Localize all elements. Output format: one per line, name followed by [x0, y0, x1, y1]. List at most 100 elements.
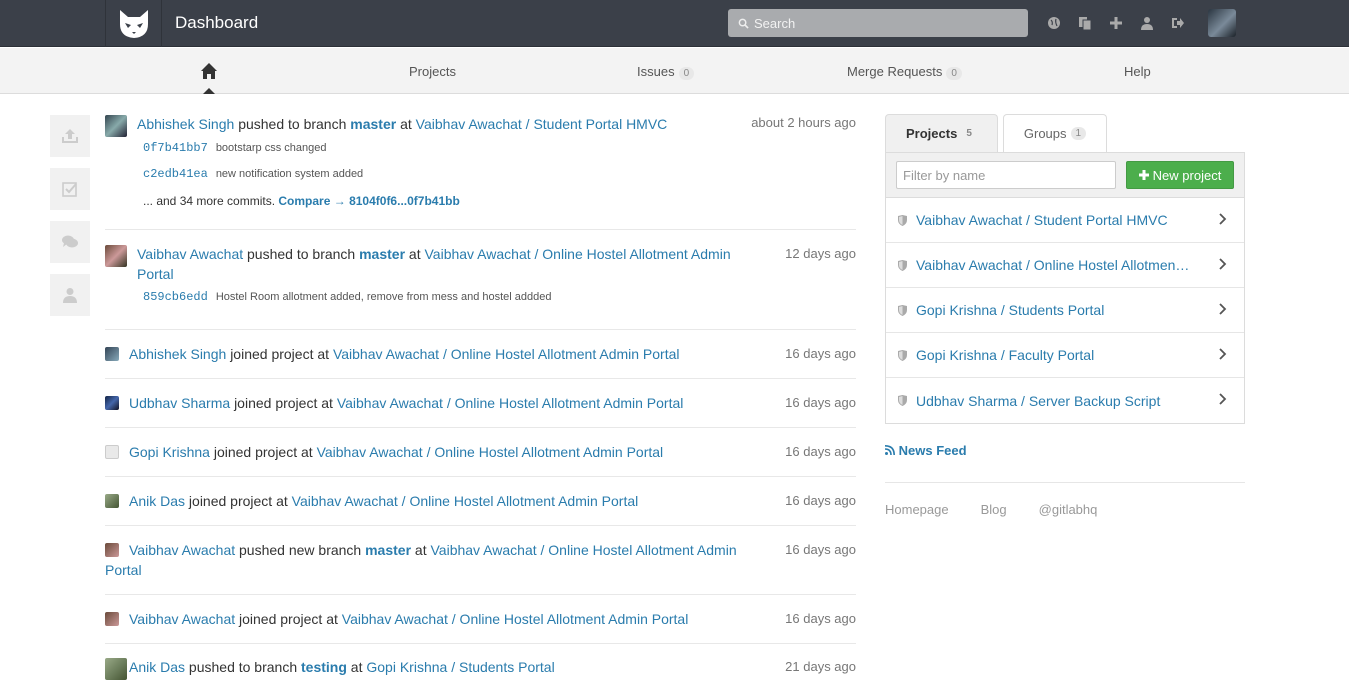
project-list-item[interactable]: Gopi Krishna / Students Portal: [886, 288, 1244, 333]
event-project[interactable]: Vaibhav Awachat / Online Hostel Allotmen…: [333, 346, 680, 362]
projects-sidebar: Projects 5 Groups1 New project Vaibhav Aw…: [885, 114, 1245, 424]
copy-icon[interactable]: [1075, 13, 1095, 33]
globe-icon[interactable]: [1044, 13, 1064, 33]
avatar[interactable]: [105, 115, 127, 137]
avatar[interactable]: [105, 494, 119, 508]
event-branch[interactable]: master: [350, 116, 396, 132]
avatar[interactable]: [105, 396, 119, 410]
filter-projects-input[interactable]: [896, 161, 1116, 189]
event-at: at: [414, 542, 427, 558]
event-branch[interactable]: testing: [301, 659, 347, 675]
projects-panel: New project Vaibhav Awachat / Student Po…: [885, 152, 1245, 424]
project-list-item[interactable]: Vaibhav Awachat / Student Portal HMVC: [886, 198, 1244, 243]
groups-count-badge: 1: [1070, 127, 1087, 140]
search-input[interactable]: [754, 15, 1014, 31]
event-author[interactable]: Abhishek Singh: [129, 346, 226, 362]
active-caret: [203, 88, 215, 94]
check-square-icon: [62, 182, 77, 197]
event-project[interactable]: Vaibhav Awachat / Student Portal HMVC: [416, 116, 668, 132]
avatar[interactable]: [105, 445, 119, 459]
plus-icon[interactable]: [1106, 13, 1126, 33]
event-project[interactable]: Gopi Krishna / Students Portal: [366, 659, 554, 675]
avatar[interactable]: [105, 658, 127, 680]
footer-link-homepage[interactable]: Homepage: [885, 502, 949, 517]
commit-sha[interactable]: 859cb6edd: [143, 290, 208, 304]
project-name: Vaibhav Awachat / Student Portal HMVC: [916, 212, 1168, 228]
event-at: at: [408, 246, 421, 262]
event-project[interactable]: Vaibhav Awachat / Online Hostel Allotmen…: [292, 493, 639, 509]
tab-groups[interactable]: Groups 1: [1002, 114, 1108, 152]
event-author[interactable]: Anik Das: [129, 493, 185, 509]
nav-issues[interactable]: Issues 0: [637, 64, 695, 80]
avatar[interactable]: [105, 347, 119, 361]
event-title: Udbhav Sharma joined project at Vaibhav …: [105, 393, 856, 413]
event-author[interactable]: Vaibhav Awachat: [137, 246, 243, 262]
event-author[interactable]: Vaibhav Awachat: [129, 542, 235, 558]
project-list-item[interactable]: Udbhav Sharma / Server Backup Script: [886, 378, 1244, 423]
event-time: 16 days ago: [785, 493, 856, 508]
filter-merged-button[interactable]: [50, 168, 90, 210]
tab-projects[interactable]: Projects 5: [885, 114, 998, 152]
project-list-item[interactable]: Gopi Krishna / Faculty Portal: [886, 333, 1244, 378]
new-project-button[interactable]: New project: [1126, 161, 1234, 189]
feed-event: Vaibhav Awachat joined project at Vaibha…: [105, 595, 856, 644]
project-name: Gopi Krishna / Students Portal: [916, 302, 1105, 318]
event-author[interactable]: Gopi Krishna: [129, 444, 210, 460]
project-list-item[interactable]: Vaibhav Awachat / Online Hostel Allotmen…: [886, 243, 1244, 288]
footer-link-blog[interactable]: Blog: [981, 502, 1007, 517]
feed-event: Vaibhav Awachat pushed new branch master…: [105, 526, 856, 595]
nav-issues-label: Issues: [637, 64, 675, 79]
avatar[interactable]: [105, 543, 119, 557]
event-action: pushed new branch: [239, 542, 362, 558]
upload-icon: [62, 129, 78, 143]
news-feed-link[interactable]: News Feed: [884, 443, 967, 458]
app-title: Dashboard: [175, 13, 259, 32]
filter-team-button[interactable]: [50, 274, 90, 316]
commit-item: 0f7b41bb7 bootstarp css changed: [143, 141, 856, 155]
home-icon[interactable]: [200, 62, 218, 80]
comments-icon: [62, 235, 78, 248]
event-author[interactable]: Anik Das: [129, 659, 185, 675]
filter-push-button[interactable]: [50, 115, 90, 157]
nav-projects[interactable]: Projects: [409, 64, 456, 79]
event-author[interactable]: Udbhav Sharma: [129, 395, 230, 411]
footer-link-twitter[interactable]: @gitlabhq: [1039, 502, 1098, 517]
event-title: Vaibhav Awachat pushed to branch master …: [105, 244, 755, 284]
event-project[interactable]: Vaibhav Awachat / Online Hostel Allotmen…: [337, 395, 684, 411]
feed-event: Gopi Krishna joined project at Vaibhav A…: [105, 428, 856, 477]
commit-item: c2edb41ea new notification system added: [143, 167, 856, 181]
event-author[interactable]: Vaibhav Awachat: [129, 611, 235, 627]
plus-icon: [1138, 170, 1149, 180]
chevron-right-icon: [1219, 258, 1227, 270]
search-box[interactable]: [728, 9, 1028, 37]
nav-merge-requests[interactable]: Merge Requests 0: [847, 64, 962, 80]
event-at: at: [400, 116, 412, 132]
event-filters: [50, 115, 90, 327]
event-time: 21 days ago: [785, 659, 856, 674]
compare-link[interactable]: Compare → 8104f0f6...0f7b41bb: [278, 194, 459, 208]
event-author[interactable]: Abhishek Singh: [137, 116, 234, 132]
commit-sha[interactable]: 0f7b41bb7: [143, 141, 208, 155]
user-icon[interactable]: [1137, 13, 1157, 33]
gitlab-logo[interactable]: [105, 0, 162, 47]
event-branch[interactable]: master: [359, 246, 405, 262]
nav-help[interactable]: Help: [1124, 64, 1151, 79]
sign-out-icon[interactable]: [1168, 13, 1188, 33]
event-project[interactable]: Vaibhav Awachat / Online Hostel Allotmen…: [342, 611, 689, 627]
user-icon: [63, 288, 77, 303]
main-nav: Projects Issues 0 Merge Requests 0 Help: [0, 48, 1349, 94]
merge-requests-count-badge: 0: [946, 67, 962, 80]
event-action: pushed to branch: [188, 659, 298, 675]
event-title: Vaibhav Awachat joined project at Vaibha…: [105, 609, 856, 629]
user-avatar[interactable]: [1208, 9, 1236, 37]
avatar[interactable]: [105, 245, 127, 267]
commit-list: 859cb6edd Hostel Room allotment added, re…: [105, 290, 856, 304]
commit-sha[interactable]: c2edb41ea: [143, 167, 208, 181]
event-time: about 2 hours ago: [751, 115, 856, 130]
event-branch[interactable]: master: [365, 542, 411, 558]
footer-links: Homepage Blog @gitlabhq: [885, 502, 1097, 517]
filter-comments-button[interactable]: [50, 221, 90, 263]
event-project[interactable]: Vaibhav Awachat / Online Hostel Allotmen…: [317, 444, 664, 460]
event-at: at: [321, 395, 333, 411]
avatar[interactable]: [105, 612, 119, 626]
